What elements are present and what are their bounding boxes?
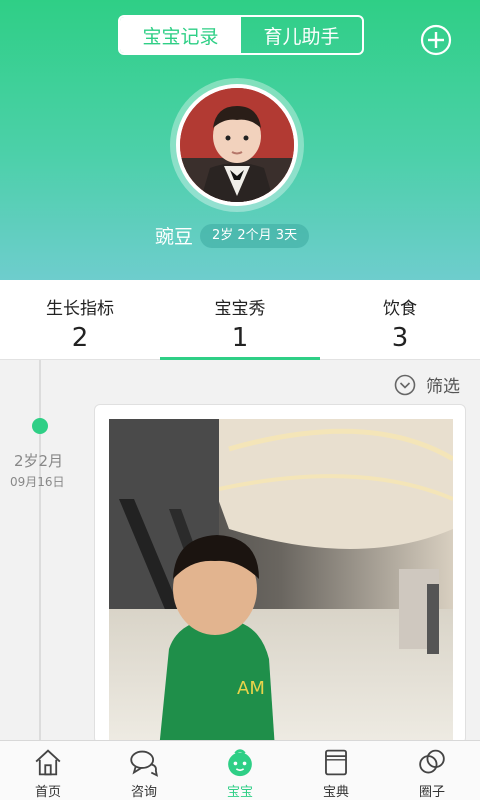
tab-growth-metrics[interactable]: 生长指标 2 bbox=[0, 280, 160, 359]
plus-circle-icon[interactable] bbox=[420, 24, 452, 56]
stat-label: 饮食 bbox=[383, 299, 417, 319]
avatar[interactable] bbox=[176, 84, 298, 206]
avatar-ring bbox=[170, 78, 304, 212]
timeline-dot bbox=[32, 418, 48, 434]
chevron-down-circle-icon bbox=[394, 374, 416, 395]
timeline-line bbox=[39, 360, 41, 740]
header: 宝宝记录 育儿助手 豌豆 2岁 2个月 3天 bbox=[0, 0, 480, 280]
stats-tabs: 生长指标 2 宝宝秀 1 饮食 3 bbox=[0, 280, 480, 360]
stat-label: 宝宝秀 bbox=[214, 299, 266, 319]
book-icon bbox=[325, 749, 347, 776]
tab-consult[interactable]: 咨询 bbox=[96, 741, 192, 800]
stat-count: 2 bbox=[71, 323, 89, 353]
tab-baby-show[interactable]: 宝宝秀 1 bbox=[160, 280, 320, 360]
age-badge: 2岁 2个月 3天 bbox=[200, 224, 310, 248]
tab-diet[interactable]: 饮食 3 bbox=[320, 280, 480, 359]
svg-text:AM: AM bbox=[237, 678, 265, 699]
segment-control: 宝宝记录 育儿助手 bbox=[118, 15, 364, 55]
filter-button[interactable]: 筛选 bbox=[394, 372, 460, 397]
tab-home[interactable]: 首页 bbox=[0, 741, 96, 800]
tab-baby[interactable]: 宝宝 bbox=[192, 741, 288, 800]
home-icon bbox=[35, 749, 61, 776]
stat-count: 3 bbox=[391, 323, 409, 353]
bottom-tab-bar: 首页 咨询 宝宝 宝典 圈子 bbox=[0, 740, 480, 800]
tab-label: 首页 bbox=[34, 785, 61, 800]
tab-baby-record[interactable]: 宝宝记录 bbox=[120, 17, 241, 53]
tab-circles[interactable]: 圈子 bbox=[384, 741, 480, 800]
circles-icon bbox=[419, 749, 445, 774]
chat-icon bbox=[130, 750, 159, 777]
post-photo[interactable]: AM bbox=[109, 419, 453, 743]
tab-handbook[interactable]: 宝典 bbox=[288, 741, 384, 800]
tab-label: 圈子 bbox=[418, 785, 445, 800]
tab-label: 咨询 bbox=[130, 785, 157, 800]
avatar-photo bbox=[180, 88, 294, 202]
post-card[interactable]: AM bbox=[94, 404, 466, 744]
stat-label: 生长指标 bbox=[46, 299, 114, 319]
tab-label: 宝典 bbox=[322, 785, 349, 800]
timeline-age: 2岁2月 bbox=[14, 452, 64, 470]
tab-parenting-assistant[interactable]: 育儿助手 bbox=[241, 17, 362, 53]
tab-label: 宝宝 bbox=[226, 785, 253, 800]
timeline-date: 09月16日 bbox=[10, 475, 65, 489]
filter-label: 筛选 bbox=[426, 377, 460, 397]
baby-name: 豌豆 bbox=[155, 226, 194, 248]
stat-count: 1 bbox=[231, 323, 249, 353]
mall-photo: AM bbox=[109, 419, 453, 743]
baby-icon bbox=[228, 749, 252, 777]
